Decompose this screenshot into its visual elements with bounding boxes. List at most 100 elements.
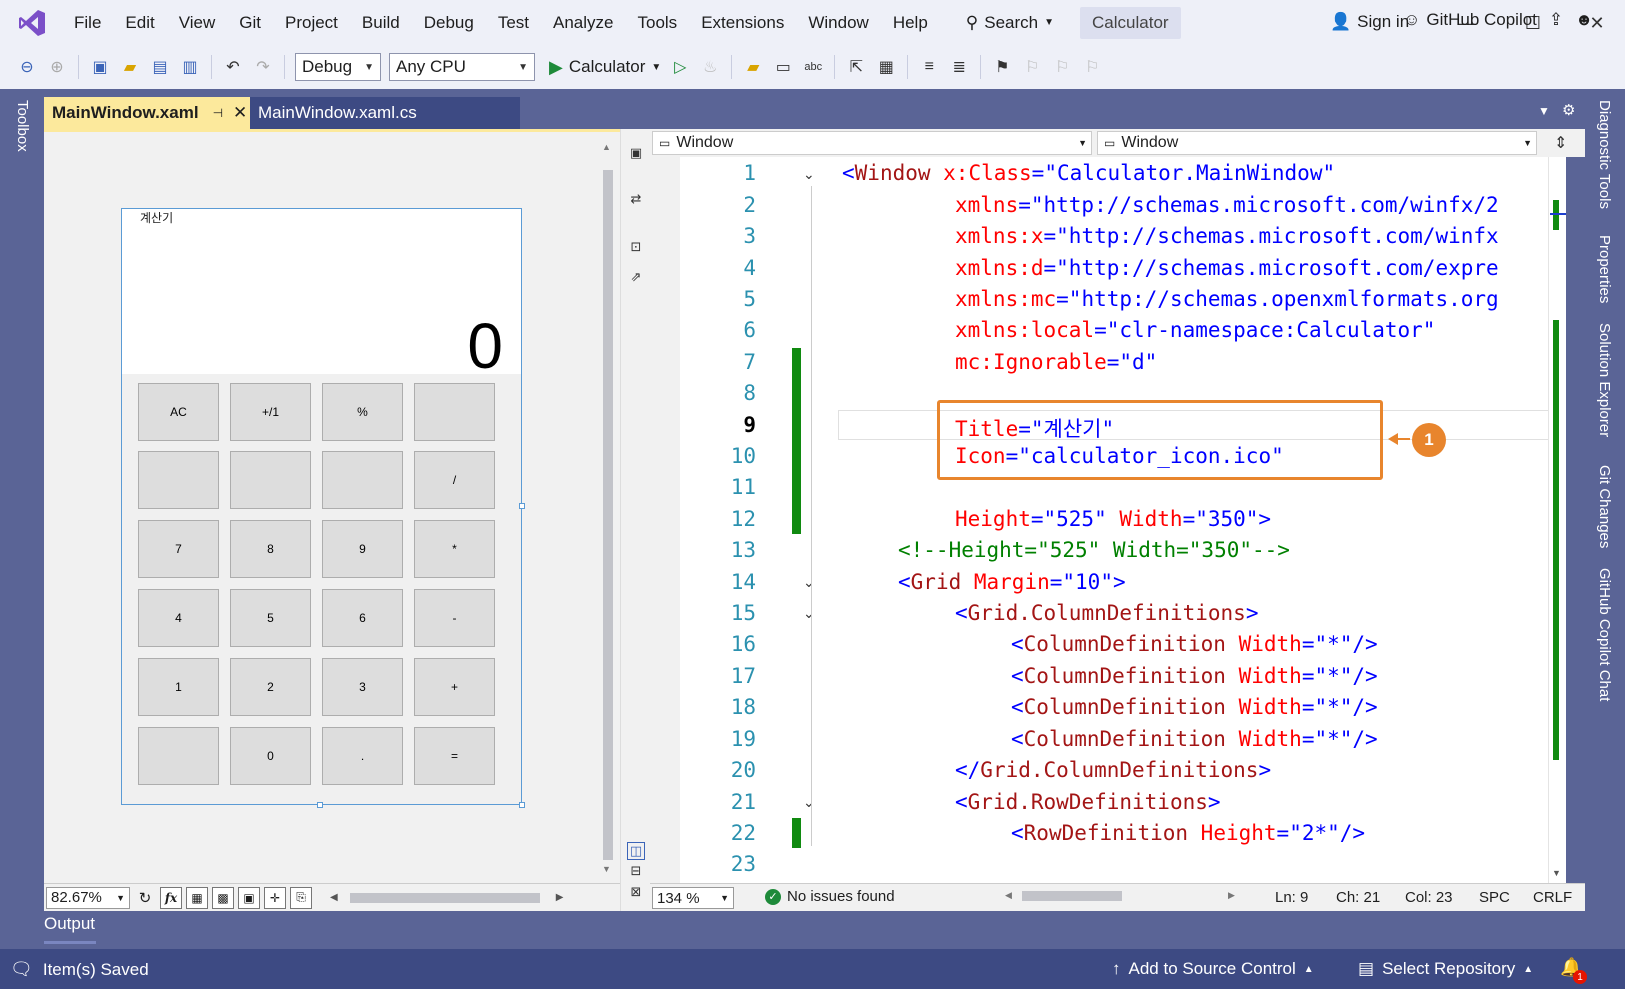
calc-button[interactable] [230,451,311,509]
start-debugging-button[interactable]: ▶ Calculator ▼ [549,57,661,78]
grid-icon[interactable]: ▦ [186,886,208,909]
prev-bookmark-icon[interactable]: ⚐ [1021,56,1043,78]
calc-button[interactable]: 4 [138,589,219,647]
fold-chevron-icon[interactable]: ⌄ [803,605,815,622]
type-navigation-dropdown[interactable]: ▭ Window ▼ [652,131,1092,155]
resize-handle[interactable] [317,802,323,808]
toolbox-tab[interactable]: Toolbox [14,100,31,152]
editor-hscroll-thumb[interactable] [1022,891,1122,901]
github-copilot-chat-tab[interactable]: GitHub Copilot Chat [1596,568,1613,701]
calc-button[interactable]: 8 [230,520,311,578]
calc-button[interactable]: + [414,658,495,716]
resize-handle[interactable] [519,802,525,808]
fold-chevron-icon[interactable]: ⌄ [803,794,815,811]
fold-chevron-icon[interactable]: ⌄ [803,166,815,183]
forward-icon[interactable]: ⊕ [46,56,68,78]
tab-overflow-icon[interactable]: ▼ [1538,104,1550,118]
calc-button[interactable]: * [414,520,495,578]
sign-in-button[interactable]: 👤 Sign in [1330,12,1409,32]
expand-pane-icon[interactable]: ⊠ [627,883,645,901]
calc-button[interactable]: % [322,383,403,441]
comment-icon[interactable]: ≡ [918,56,940,78]
bookmark-icon[interactable]: ⚑ [991,56,1013,78]
pan-icon[interactable]: ▣ [627,144,645,162]
menu-extensions[interactable]: Extensions [689,0,796,45]
calc-button[interactable] [322,451,403,509]
clear-bookmarks-icon[interactable]: ⚐ [1081,56,1103,78]
popout-icon[interactable]: ⇗ [627,268,645,286]
spacing-indicator[interactable]: SPC [1479,889,1510,906]
git-changes-tab[interactable]: Git Changes [1596,465,1613,548]
pin-icon[interactable]: ⊣ [213,106,223,120]
menu-git[interactable]: Git [227,0,273,45]
select-repository-button[interactable]: ▤ Select Repository ▲ [1358,959,1533,979]
visual-studio-logo-icon[interactable] [14,8,50,38]
calc-button[interactable] [414,383,495,441]
hot-reload-icon[interactable]: ♨ [699,56,721,78]
redo-icon[interactable]: ↷ [252,56,274,78]
designer-scrollbar-thumb[interactable] [603,170,613,860]
line-indicator[interactable]: Ln: 9 [1275,889,1308,906]
back-icon[interactable]: ⊖ [16,56,38,78]
menu-help[interactable]: Help [881,0,940,45]
start-without-debugging-icon[interactable]: ▷ [669,56,691,78]
uncomment-icon[interactable]: ≣ [948,56,970,78]
editor-hscroll-right-icon[interactable]: ▶ [1228,890,1235,901]
member-navigation-dropdown[interactable]: ▭ Window ▼ [1097,131,1537,155]
menu-window[interactable]: Window [796,0,880,45]
scroll-left-icon[interactable]: ◀ [330,892,338,903]
open-folder-icon[interactable]: ▰ [119,56,141,78]
menu-edit[interactable]: Edit [113,0,166,45]
calc-button[interactable]: 6 [322,589,403,647]
issues-indicator[interactable]: ✓ No issues found [765,888,895,905]
save-all-icon[interactable]: ▥ [179,56,201,78]
artboard-background-icon[interactable]: ▣ [238,886,260,909]
calc-button[interactable]: 0 [230,727,311,785]
calc-button[interactable] [138,727,219,785]
menu-project[interactable]: Project [273,0,350,45]
solution-config-dropdown[interactable]: Debug ▼ [295,53,381,81]
calc-button[interactable]: AC [138,383,219,441]
new-project-icon[interactable]: ▣ [89,56,111,78]
scroll-down-icon[interactable]: ▼ [1552,868,1561,878]
calc-button[interactable] [138,451,219,509]
calc-button[interactable]: 1 [138,658,219,716]
menu-build[interactable]: Build [350,0,412,45]
save-icon[interactable]: ▤ [149,56,171,78]
snap-lines-icon[interactable]: ✛ [264,886,286,909]
menu-analyze[interactable]: Analyze [541,0,625,45]
refresh-icon[interactable]: ↻ [134,887,156,909]
search-button[interactable]: ⚲ Search ▼ [954,13,1066,33]
resize-handle[interactable] [519,503,525,509]
menu-view[interactable]: View [167,0,228,45]
editor-hscroll-left-icon[interactable]: ◀ [1005,890,1012,901]
calc-button[interactable]: +/1 [230,383,311,441]
menu-test[interactable]: Test [486,0,541,45]
calc-button[interactable]: 9 [322,520,403,578]
fx-button[interactable]: fx [160,886,182,909]
designer-hscroll-thumb[interactable] [349,892,540,903]
next-bookmark-icon[interactable]: ⚐ [1051,56,1073,78]
tab-mainwindow-xaml[interactable]: MainWindow.xaml ⊣ ✕ [44,97,250,129]
scroll-right-icon[interactable]: ▶ [556,892,564,903]
fold-chevron-icon[interactable]: ⌄ [803,574,815,591]
solution-explorer-tab[interactable]: Solution Explorer [1596,323,1613,437]
github-copilot-button[interactable]: ☺ GitHub Copilot ⇪ ☻ [1403,10,1593,30]
undo-icon[interactable]: ↶ [222,56,244,78]
calc-button[interactable]: - [414,589,495,647]
column-indicator[interactable]: Col: 23 [1405,889,1453,906]
add-to-source-control-button[interactable]: ↑ Add to Source Control ▲ [1112,959,1314,979]
close-icon[interactable]: ✕ [233,103,247,123]
line-ending-indicator[interactable]: CRLF [1533,889,1572,906]
calc-button[interactable]: . [322,727,403,785]
layout-icon[interactable]: ▭ [772,56,794,78]
designer-scroll-down-icon[interactable]: ▼ [602,864,611,874]
calc-button[interactable]: 5 [230,589,311,647]
tab-mainwindow-xaml-cs[interactable]: MainWindow.xaml.cs [250,97,520,129]
swap-panes-icon[interactable]: ⇄ [627,190,645,208]
find-in-files-icon[interactable]: ▰ [742,56,764,78]
inspect-icon[interactable]: ▦ [875,56,897,78]
calculator-design-window[interactable]: 계산기 0 AC +/1 % / 7 8 9 * 4 5 6 - 1 2 3 +… [121,208,522,805]
select-element-icon[interactable]: ⇱ [845,56,867,78]
properties-tab[interactable]: Properties [1596,235,1613,303]
